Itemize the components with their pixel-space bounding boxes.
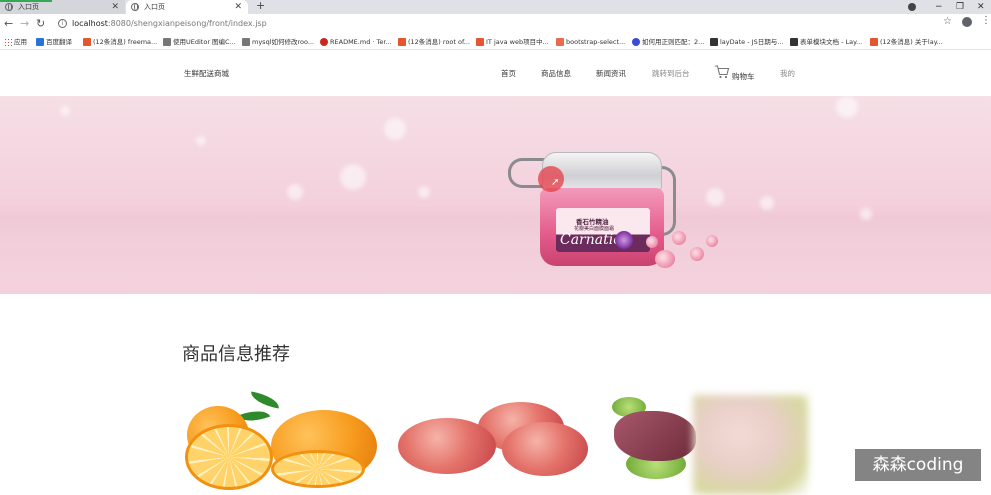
hero-banner[interactable]: [0, 96, 991, 294]
nav-cart[interactable]: 购物车: [732, 71, 755, 82]
rose: [706, 235, 718, 247]
gitee-icon: [320, 38, 328, 46]
layui-icon: [710, 38, 718, 46]
bookmark-item[interactable]: layDate - JS日期与...: [710, 34, 783, 50]
bookmark-item[interactable]: (12条消息) 关于lay...: [870, 34, 943, 50]
bokeh-light: [384, 118, 406, 140]
bookmark-item[interactable]: (12条消息) root of...: [398, 34, 470, 50]
rose: [672, 231, 686, 245]
layui-icon: [790, 38, 798, 46]
bokeh-light: [340, 164, 366, 190]
record-icon[interactable]: [908, 3, 916, 11]
globe-icon: [5, 3, 13, 11]
bokeh-light: [706, 188, 724, 206]
bokeh-light: [196, 136, 206, 146]
bookmark-item[interactable]: README.md · Ter...: [320, 34, 392, 50]
jar-subtitle: 花瓣美白面膜面霜: [574, 226, 615, 232]
close-tab-icon[interactable]: ✕: [234, 0, 242, 14]
bookmark-item[interactable]: IT java web项目中...: [476, 34, 549, 50]
csdn-icon: [870, 38, 878, 46]
apple: [502, 422, 588, 476]
nav-products[interactable]: 商品信息: [541, 68, 571, 79]
github-icon: [163, 38, 171, 46]
leaf: [249, 391, 281, 409]
bokeh-light: [760, 196, 774, 210]
product-card-orange[interactable]: [183, 388, 378, 495]
nav-news[interactable]: 新闻资讯: [596, 68, 626, 79]
nav-mine[interactable]: 我的: [780, 68, 795, 79]
translate-icon: [36, 38, 44, 46]
meat: [614, 411, 696, 461]
browser-tab-strip: 入口页 ✕ 入口页 ✕ + − ❐ ✕: [0, 0, 991, 14]
restore-button[interactable]: ❐: [956, 0, 964, 14]
bokeh-light: [60, 106, 70, 116]
forward-icon[interactable]: →: [20, 17, 29, 30]
bookmark-star-icon[interactable]: ☆: [943, 16, 952, 27]
close-window-button[interactable]: ✕: [977, 0, 985, 14]
bookmark-item[interactable]: 应用: [4, 34, 27, 50]
csdn-icon: [398, 38, 406, 46]
tab-title: 入口页: [144, 3, 165, 11]
flower-icon: [615, 231, 633, 249]
site-header: 生鲜配送商城 首页 商品信息 新闻资讯 跳转到后台 购物车 我的: [0, 51, 991, 96]
bookmark-item[interactable]: bootstrap-select...: [556, 34, 625, 50]
reload-icon[interactable]: ↻: [36, 17, 45, 30]
water-reflection: [0, 216, 991, 294]
rose: [655, 250, 675, 268]
browser-tab-active[interactable]: 入口页 ✕: [126, 0, 248, 14]
bookmark-item[interactable]: 使用UEditor 图编C...: [163, 34, 236, 50]
nav-admin[interactable]: 跳转到后台: [652, 68, 690, 79]
site-logo[interactable]: 生鲜配送商城: [184, 68, 229, 79]
github-icon: [242, 38, 250, 46]
watermark: 森森coding: [855, 449, 981, 481]
bookmark-item[interactable]: 百度翻译: [36, 34, 72, 50]
bookmark-item[interactable]: mysql如何修改roo...: [242, 34, 314, 50]
bokeh-light: [287, 184, 303, 200]
baidu-icon: [632, 38, 640, 46]
bokeh-light: [836, 96, 858, 118]
cart-icon[interactable]: [714, 65, 730, 79]
bokeh-light: [418, 186, 430, 198]
section-title: 商品信息推荐: [182, 344, 290, 365]
bookmark-item[interactable]: (12条消息) freema...: [83, 34, 157, 50]
product-card-meat[interactable]: [612, 393, 697, 488]
rose: [646, 236, 658, 248]
menu-icon[interactable]: ⋮: [981, 15, 991, 26]
profile-avatar-icon[interactable]: [962, 17, 972, 27]
close-tab-icon[interactable]: ✕: [111, 0, 119, 14]
info-icon[interactable]: i: [58, 19, 67, 28]
csdn-icon: [83, 38, 91, 46]
url-text[interactable]: localhost:8080/shengxianpeisong/front/in…: [72, 17, 267, 31]
cursor-icon: ➚: [551, 177, 560, 188]
new-tab-button[interactable]: +: [256, 0, 265, 12]
orange-slice: [185, 424, 273, 490]
bookmark-item[interactable]: 表单模块文档 - Lay...: [790, 34, 862, 50]
back-icon[interactable]: ←: [4, 17, 13, 30]
apple: [398, 418, 496, 474]
tab-title: 入口页: [18, 3, 39, 11]
orange-slice: [271, 450, 365, 488]
product-card-apple[interactable]: [398, 402, 590, 495]
apps-icon: [4, 38, 12, 46]
url-field[interactable]: i localhost:8080/shengxianpeisong/front/…: [52, 16, 960, 31]
csdn-icon: [476, 38, 484, 46]
bookmark-item[interactable]: 如何用正则匹配：2...: [632, 34, 704, 50]
globe-icon: [131, 3, 139, 11]
rose: [690, 247, 704, 261]
product-card-blurred[interactable]: [693, 395, 808, 495]
browser-tab[interactable]: 入口页 ✕: [0, 0, 125, 14]
nav-home[interactable]: 首页: [501, 68, 516, 79]
address-bar-row: ← → ↻ i localhost:8080/shengxianpeisong/…: [0, 14, 991, 34]
minimize-button[interactable]: −: [935, 0, 943, 14]
bookmarks-bar: 应用 百度翻译 (12条消息) freema... 使用UEditor 图编C.…: [0, 34, 991, 50]
segmentfault-icon: [556, 38, 564, 46]
